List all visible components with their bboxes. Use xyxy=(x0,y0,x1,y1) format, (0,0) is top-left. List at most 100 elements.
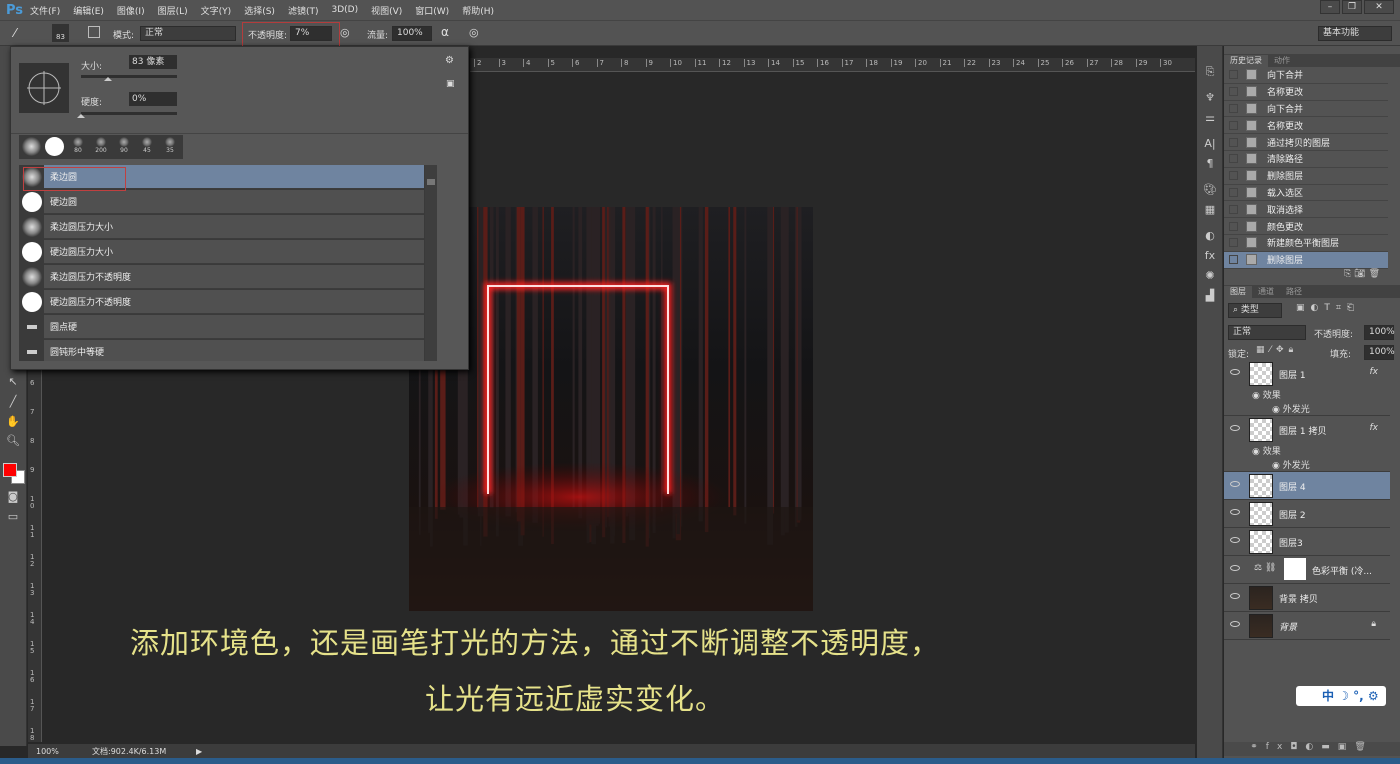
layer-opacity-input[interactable]: 100% xyxy=(1364,324,1395,340)
tab-layers[interactable]: 图层 xyxy=(1224,285,1252,298)
delete-layer-icon[interactable]: 🗑︎ xyxy=(1354,742,1373,752)
history-source-checkbox[interactable] xyxy=(1229,255,1238,265)
tab-channels[interactable]: 通道 xyxy=(1252,286,1280,298)
brush-item[interactable]: 柔边圆压力大小 xyxy=(19,214,424,239)
menu-window[interactable]: 窗口(W) xyxy=(415,4,449,17)
size-slider[interactable] xyxy=(81,75,177,81)
tab-actions[interactable]: 动作 xyxy=(1268,55,1296,67)
snapshot-icon[interactable]: 📷︎ xyxy=(1354,269,1365,279)
recent-brush[interactable] xyxy=(22,136,42,158)
recent-brush[interactable]: 35 xyxy=(160,136,180,158)
tool-presets-icon[interactable]: ⚌ xyxy=(1197,108,1223,128)
paragraph-icon[interactable]: ¶ xyxy=(1197,154,1223,174)
navigator-icon[interactable]: ✺ xyxy=(1197,266,1223,286)
layer-row[interactable]: ⚖ ⛓ 色彩平衡 (冷... xyxy=(1224,555,1390,584)
history-source-checkbox[interactable] xyxy=(1229,204,1238,214)
brush-presets-icon[interactable]: ♆ xyxy=(1197,88,1223,108)
document-canvas[interactable] xyxy=(409,207,813,611)
hardness-input[interactable]: 0% xyxy=(129,92,177,106)
menu-layer[interactable]: 图层(L) xyxy=(158,4,188,17)
grid-icon[interactable]: ▦ xyxy=(1197,200,1223,220)
history-item[interactable]: 删除图层 xyxy=(1224,251,1388,269)
visibility-eye-icon[interactable] xyxy=(1230,620,1240,627)
minimize-button[interactable]: – xyxy=(1320,0,1340,14)
history-source-checkbox[interactable] xyxy=(1229,137,1238,147)
visibility-eye-icon[interactable] xyxy=(1230,368,1240,375)
brush-item[interactable]: 圆点硬 xyxy=(19,314,424,339)
hardness-slider-handle[interactable] xyxy=(77,110,85,118)
tab-history[interactable]: 历史记录 xyxy=(1224,55,1268,67)
visibility-eye-icon[interactable] xyxy=(1230,508,1240,515)
opacity-input[interactable]: 7% xyxy=(290,26,332,41)
history-source-checkbox[interactable] xyxy=(1229,154,1238,164)
recent-brush[interactable] xyxy=(45,136,65,158)
layer-row[interactable]: 图层 4 xyxy=(1224,471,1390,500)
hand-tool-icon[interactable]: ✋ xyxy=(0,412,26,432)
new-preset-icon[interactable]: ▣ xyxy=(446,79,455,89)
history-source-checkbox[interactable] xyxy=(1229,103,1238,113)
size-input[interactable]: 83 像素 xyxy=(129,55,177,69)
menu-type[interactable]: 文字(Y) xyxy=(201,4,232,17)
flow-input[interactable]: 100% xyxy=(392,26,432,41)
recent-brush[interactable]: 80 xyxy=(68,136,88,158)
brush-preset-picker[interactable]: 83 xyxy=(52,24,69,42)
layer-row[interactable]: 背景 拷贝 xyxy=(1224,583,1390,612)
menu-filter[interactable]: 滤镜(T) xyxy=(288,4,319,17)
screen-mode-icon[interactable]: ▭ xyxy=(0,507,26,527)
brush-angle-preview[interactable] xyxy=(19,63,69,113)
styles-icon[interactable]: fx xyxy=(1197,246,1223,266)
menu-file[interactable]: 文件(F) xyxy=(30,4,60,17)
menu-select[interactable]: 选择(S) xyxy=(244,4,275,17)
airbrush-icon[interactable]: α xyxy=(441,25,449,39)
brush-list-scrollbar[interactable] xyxy=(425,165,437,361)
layer-row[interactable]: 图层3 xyxy=(1224,527,1390,556)
pressure-opacity-icon[interactable]: ◎ xyxy=(340,26,350,39)
menu-view[interactable]: 视图(V) xyxy=(371,4,402,17)
history-source-checkbox[interactable] xyxy=(1229,70,1238,80)
brush-item[interactable]: 硬边圆压力不透明度 xyxy=(19,289,424,314)
histogram-icon[interactable]: ▟ xyxy=(1197,286,1223,306)
status-menu-arrow-icon[interactable]: ▶ xyxy=(196,747,202,756)
history-source-checkbox[interactable] xyxy=(1229,221,1238,231)
swatches-icon[interactable]: 🎨︎ xyxy=(1197,180,1223,200)
history-item[interactable]: 通过拷贝的图层 xyxy=(1224,134,1388,151)
new-layer-icon[interactable]: ▣ xyxy=(1338,742,1355,752)
brush-item[interactable]: 硬边圆 xyxy=(19,189,424,214)
brush-item[interactable]: 硬边圆压力大小 xyxy=(19,239,424,264)
menu-help[interactable]: 帮助(H) xyxy=(462,4,494,17)
hardness-slider[interactable] xyxy=(77,112,177,118)
mode-select[interactable]: 正常 xyxy=(140,26,236,41)
recent-brush[interactable]: 200 xyxy=(91,136,111,158)
layer-style-icon[interactable]: fx xyxy=(1266,742,1291,752)
history-item[interactable]: 名称更改 xyxy=(1224,117,1388,135)
layer-mask-icon[interactable]: ◘ xyxy=(1290,742,1305,752)
group-icon[interactable]: ▬ xyxy=(1321,742,1338,752)
lock-icons[interactable]: ▦⁄✥🔒︎ xyxy=(1256,345,1298,355)
quick-mask-icon[interactable]: ◙ xyxy=(0,487,26,507)
mini-bridge-icon[interactable]: ⎘ xyxy=(1197,62,1223,82)
workspace-select[interactable]: 基本功能 xyxy=(1318,26,1392,41)
recent-brush[interactable]: 90 xyxy=(114,136,134,158)
history-item[interactable]: 新建颜色平衡图层 xyxy=(1224,234,1388,252)
zoom-level[interactable]: 100% xyxy=(36,747,86,756)
adjustments-icon[interactable]: ◐ xyxy=(1197,226,1223,246)
ime-toolbar[interactable]: 中 ☽ °, ⚙ xyxy=(1296,686,1386,706)
blend-mode-select[interactable]: 正常 xyxy=(1228,324,1306,340)
adjustment-layer-icon[interactable]: ◐ xyxy=(1305,742,1321,752)
history-item[interactable]: 取消选择 xyxy=(1224,201,1388,219)
layer-filter-icons[interactable]: ▣◐T⌗⎗ xyxy=(1296,303,1360,313)
history-source-checkbox[interactable] xyxy=(1229,187,1238,197)
settings-gear-icon[interactable]: ⚙ xyxy=(445,55,454,66)
visibility-eye-icon[interactable] xyxy=(1230,480,1240,487)
history-item[interactable]: 删除图层 xyxy=(1224,167,1388,185)
layer-effects-badge[interactable]: fx xyxy=(1370,423,1379,433)
history-item[interactable]: 名称更改 xyxy=(1224,83,1388,101)
recent-brush[interactable]: 45 xyxy=(137,136,157,158)
delete-state-icon[interactable]: 🗑︎ xyxy=(1369,269,1380,279)
layer-filter-select[interactable]: ⌕ 类型 xyxy=(1228,302,1282,318)
brush-item[interactable]: 柔边圆压力不透明度 xyxy=(19,264,424,289)
visibility-eye-icon[interactable] xyxy=(1230,564,1240,571)
foreground-color-swatch[interactable] xyxy=(3,463,17,477)
character-icon[interactable]: A| xyxy=(1197,134,1223,154)
new-document-from-state-icon[interactable]: ⎘ xyxy=(1344,269,1351,279)
